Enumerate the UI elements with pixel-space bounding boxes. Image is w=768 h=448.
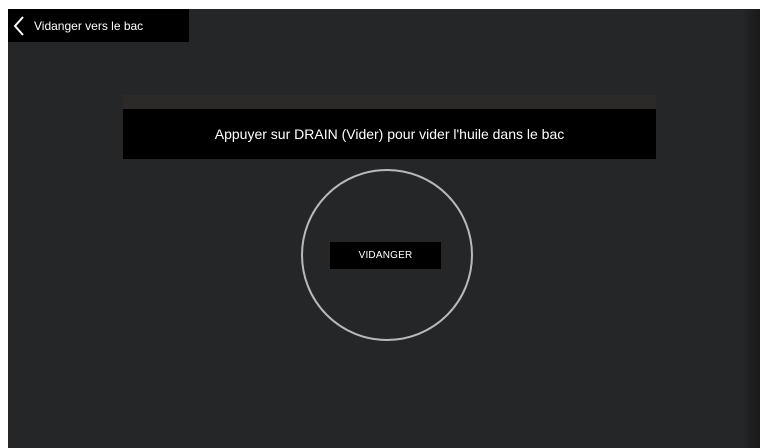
instruction-text: Appuyer sur DRAIN (Vider) pour vider l'h… bbox=[214, 126, 565, 142]
page-title: Vidanger vers le bac bbox=[34, 18, 144, 33]
message-box-top-strip bbox=[123, 95, 656, 109]
back-button[interactable] bbox=[8, 9, 30, 42]
screen: Vidanger vers le bac Appuyer sur DRAIN (… bbox=[8, 9, 760, 448]
title-bar: Vidanger vers le bac bbox=[8, 9, 189, 42]
chevron-left-icon bbox=[13, 15, 24, 36]
drain-button[interactable]: VIDANGER bbox=[330, 242, 441, 269]
instruction-box: Appuyer sur DRAIN (Vider) pour vider l'h… bbox=[123, 109, 656, 159]
